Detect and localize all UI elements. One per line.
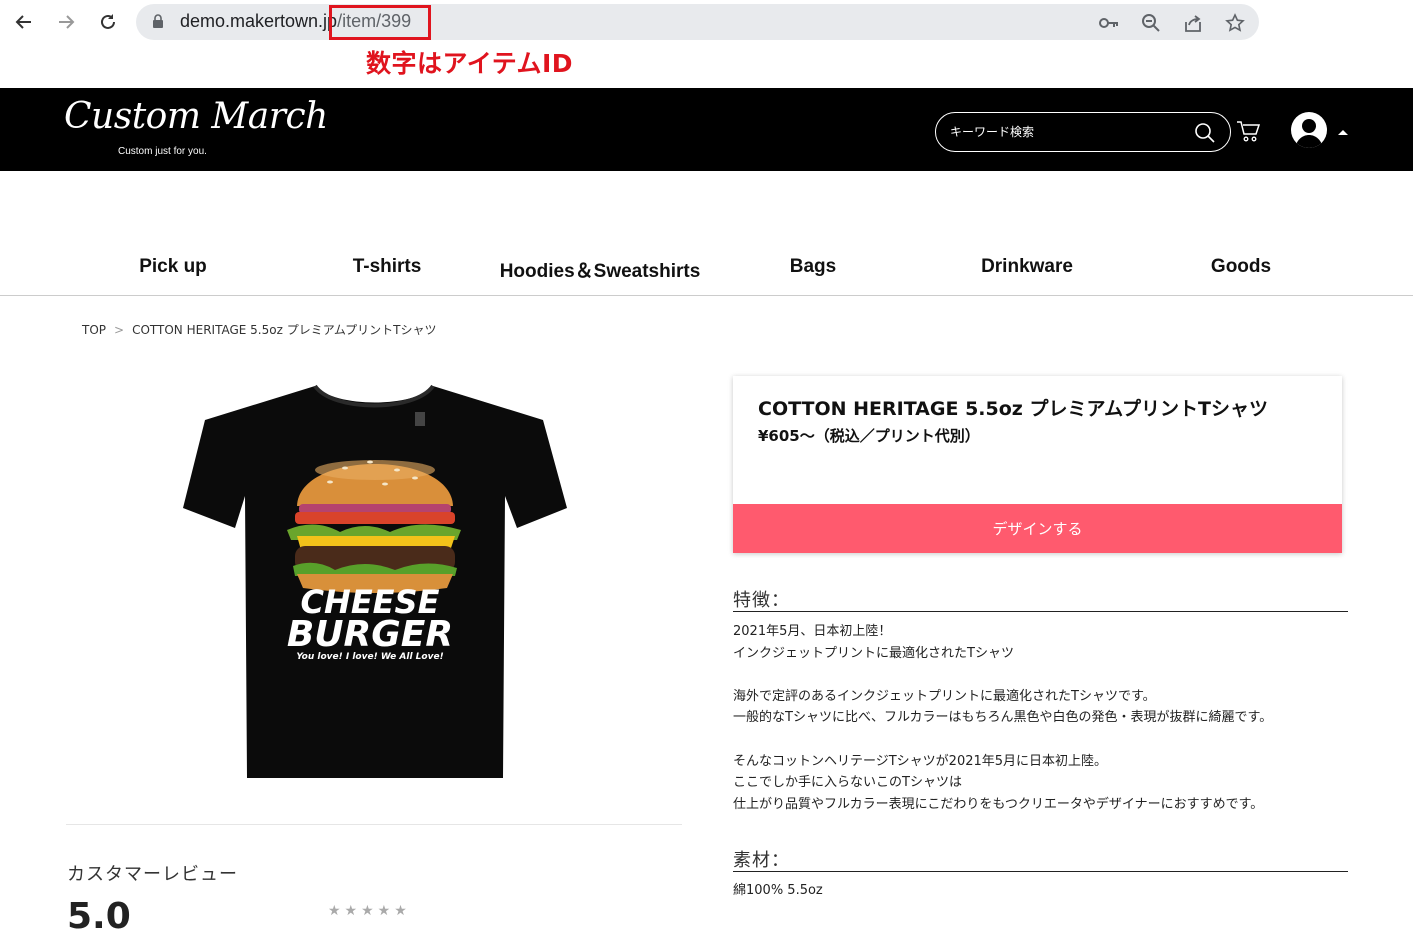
breadcrumb-separator: > — [114, 323, 125, 337]
cart-icon[interactable] — [1236, 120, 1261, 146]
back-arrow-icon[interactable] — [10, 8, 38, 36]
design-button[interactable]: デザインする — [733, 504, 1342, 553]
url-highlight-box — [329, 5, 431, 40]
category-goods[interactable]: Goods — [1211, 256, 1271, 278]
browser-toolbar: demo.makertown.jp/item/399 — [0, 0, 1413, 44]
features-body: 2021年5月、日本初上陸！ インクジェットプリントに最適化されたTシャツ 海外… — [733, 621, 1373, 815]
breadcrumb-top[interactable]: TOP — [82, 323, 106, 337]
key-icon[interactable] — [1098, 12, 1120, 34]
logo[interactable]: Custom March — [64, 96, 328, 137]
category-drinkware[interactable]: Drinkware — [981, 256, 1073, 278]
divider — [66, 824, 682, 825]
feature-line — [733, 729, 1373, 751]
user-avatar-icon[interactable] — [1291, 112, 1327, 148]
material-body: 綿100% 5.5oz — [733, 880, 1373, 902]
share-icon[interactable] — [1182, 12, 1204, 34]
forward-arrow-icon[interactable] — [52, 8, 80, 36]
feature-line — [733, 664, 1373, 686]
breadcrumb-current: COTTON HERITAGE 5.5oz プレミアムプリントTシャツ — [132, 323, 437, 337]
feature-line: ここでしか手に入らないこのTシャツは — [733, 775, 962, 791]
star-bookmark-icon[interactable] — [1224, 12, 1246, 34]
logo-tagline: Custom just for you. — [118, 146, 207, 157]
features-heading: 特徴： — [733, 586, 1348, 612]
category-bags[interactable]: Bags — [790, 256, 836, 278]
search-box — [935, 112, 1231, 152]
rating-value: 5.0 — [67, 896, 131, 937]
address-bar[interactable]: demo.makertown.jp/item/399 — [136, 4, 1259, 40]
feature-line: 仕上がり品質やフルカラー表現にこだわりをもつクリエータやデザイナーにおすすめです… — [733, 796, 1264, 812]
feature-line: 2021年5月、日本初上陸！ — [733, 624, 892, 639]
feature-line: インクジェットプリントに最適化されたTシャツ — [733, 645, 1014, 661]
feature-line: 一般的なTシャツに比べ、フルカラーはもちろん黒色や白色の発色・表現が抜群に綺麗で… — [733, 710, 1273, 726]
product-card: COTTON HERITAGE 5.5oz プレミアムプリントTシャツ ¥605… — [733, 376, 1342, 553]
category-nav: Pick up T-shirts Hoodies＆Sweatshirts Bag… — [0, 246, 1413, 296]
print-text-tagline: You love! I love! We All Love! — [296, 652, 443, 662]
search-icon[interactable] — [1194, 122, 1216, 148]
category-hoodies[interactable]: Hoodies＆Sweatshirts — [500, 256, 701, 283]
material-heading: 素材： — [733, 846, 1348, 872]
breadcrumb: TOP > COTTON HERITAGE 5.5oz プレミアムプリントTシャツ — [82, 321, 436, 338]
category-t-shirts[interactable]: T-shirts — [353, 256, 422, 278]
search-input[interactable] — [950, 122, 1180, 142]
material-value: 綿100% 5.5oz — [733, 883, 823, 898]
zoom-icon[interactable] — [1140, 12, 1162, 34]
annotation-label: 数字はアイテムID — [366, 49, 574, 78]
reviews-title: カスタマーレビュー — [67, 864, 238, 885]
lock-icon — [152, 14, 164, 33]
feature-line: 海外で定評のあるインクジェットプリントに最適化されたTシャツです。 — [733, 688, 1156, 704]
print-text-burger: BURGER — [287, 614, 453, 655]
product-title: COTTON HERITAGE 5.5oz プレミアムプリントTシャツ — [758, 398, 1268, 420]
reload-icon[interactable] — [94, 8, 122, 36]
site-header: Custom March Custom just for you. — [0, 88, 1413, 171]
category-pick-up[interactable]: Pick up — [139, 256, 207, 278]
rating-stars-icon: ★★★★★ — [328, 903, 411, 919]
product-price: ¥605～（税込／プリント代別） — [758, 427, 980, 445]
product-image: CHEESE BURGER You love! I love! We All L… — [165, 378, 585, 792]
feature-line: そんなコットンヘリテージTシャツが2021年5月に日本初上陸。 — [733, 753, 1108, 769]
caret-down-icon[interactable] — [1338, 130, 1348, 135]
